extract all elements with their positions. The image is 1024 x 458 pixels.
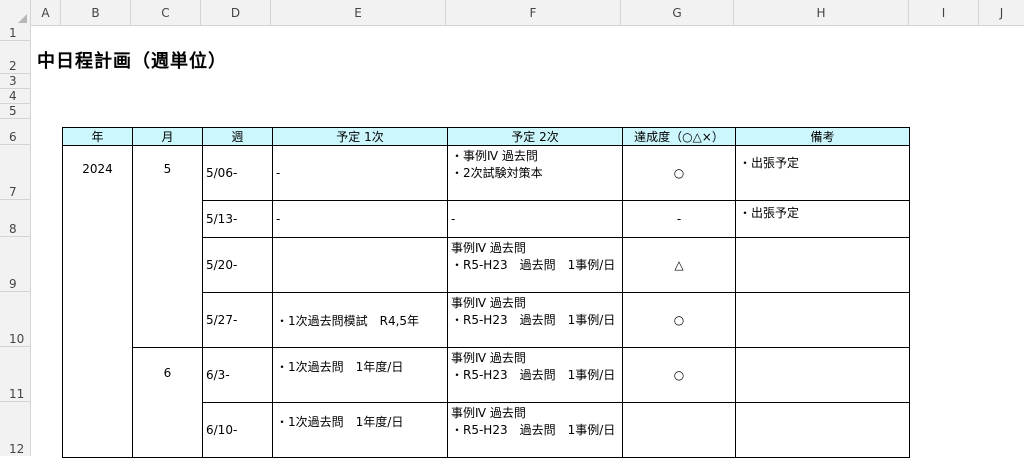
column-header-g[interactable]: G: [621, 0, 734, 26]
plan2-cell[interactable]: 事例Ⅳ 過去問 ・R5-H23 過去問 1事例/日: [447, 292, 623, 348]
plan2-line: ・R5-H23 過去問 1事例/日: [451, 258, 616, 272]
plan2-line: 事例Ⅳ 過去問: [451, 296, 526, 310]
week-cell[interactable]: 5/06-: [202, 145, 273, 201]
plan2-line: 事例Ⅳ 過去問: [451, 351, 526, 365]
schedule-table: 年 月 週 予定 1次 予定 2次 達成度（○△×） 備考 2024 5 5/0…: [62, 127, 910, 458]
plan2-line: 事例Ⅳ 過去問: [451, 241, 526, 255]
plan2-line: -: [451, 212, 456, 226]
column-header-j[interactable]: J: [979, 0, 1024, 26]
plan1-cell[interactable]: ・1次過去問 1年度/日: [272, 402, 448, 458]
row-header-2[interactable]: 2: [0, 41, 31, 74]
notes-cell[interactable]: ・出張予定: [735, 145, 910, 201]
select-all-corner[interactable]: [0, 0, 31, 26]
plan1-cell[interactable]: ・1次過去問模試 R4,5年: [272, 292, 448, 348]
header-month[interactable]: 月: [132, 127, 203, 146]
notes-cell[interactable]: [735, 402, 910, 458]
row-header-3[interactable]: 3: [0, 74, 31, 89]
row-header-11[interactable]: 11: [0, 347, 31, 402]
notes-cell[interactable]: ・出張予定: [735, 200, 910, 238]
plan1-cell[interactable]: -: [272, 200, 448, 238]
header-plan1[interactable]: 予定 1次: [272, 127, 448, 146]
header-year[interactable]: 年: [62, 127, 133, 146]
column-header-b[interactable]: B: [61, 0, 131, 26]
row-header-10[interactable]: 10: [0, 292, 31, 347]
plan1-cell[interactable]: [272, 237, 448, 293]
plan2-cell[interactable]: 事例Ⅳ 過去問 ・R5-H23 過去問 1事例/日: [447, 402, 623, 458]
plan2-cell[interactable]: 事例Ⅳ 過去問 ・R5-H23 過去問 1事例/日: [447, 237, 623, 293]
select-all-icon: [18, 14, 27, 23]
plan2-line: ・R5-H23 過去問 1事例/日: [451, 313, 616, 327]
month-cell[interactable]: 5: [132, 145, 203, 348]
column-header-h[interactable]: H: [734, 0, 909, 26]
week-cell[interactable]: 6/10-: [202, 402, 273, 458]
plan1-cell[interactable]: ・1次過去問 1年度/日: [272, 347, 448, 403]
notes-cell[interactable]: [735, 237, 910, 293]
notes-cell[interactable]: [735, 347, 910, 403]
column-header-i[interactable]: I: [909, 0, 979, 26]
achievement-cell[interactable]: ○: [622, 347, 736, 403]
column-header-a[interactable]: A: [31, 0, 61, 26]
header-notes[interactable]: 備考: [735, 127, 910, 146]
notes-cell[interactable]: [735, 292, 910, 348]
row-header-bar: 1 2 3 4 5 6 7 8 9 10 11 12: [0, 26, 31, 456]
week-cell[interactable]: 5/27-: [202, 292, 273, 348]
month-cell[interactable]: 6: [132, 347, 203, 458]
achievement-cell[interactable]: ○: [622, 145, 736, 201]
column-header-f[interactable]: F: [446, 0, 621, 26]
year-cell[interactable]: 2024: [62, 145, 133, 458]
plan2-cell[interactable]: 事例Ⅳ 過去問 ・R5-H23 過去問 1事例/日: [447, 347, 623, 403]
row-header-5[interactable]: 5: [0, 104, 31, 119]
achievement-cell[interactable]: ○: [622, 292, 736, 348]
header-plan2[interactable]: 予定 2次: [447, 127, 623, 146]
table-header-row: 年 月 週 予定 1次 予定 2次 達成度（○△×） 備考: [62, 127, 910, 146]
column-header-e[interactable]: E: [271, 0, 446, 26]
plan2-cell[interactable]: -: [447, 200, 623, 238]
row-header-7[interactable]: 7: [0, 145, 31, 200]
week-cell[interactable]: 5/20-: [202, 237, 273, 293]
table-row: 2024 5 5/06- - ・事例Ⅳ 過去問 ・2次試験対策本 ○ ・出張予定: [62, 145, 910, 458]
row-header-4[interactable]: 4: [0, 89, 31, 104]
plan2-line: ・事例Ⅳ 過去問: [451, 149, 538, 163]
achievement-cell[interactable]: -: [622, 200, 736, 238]
week-cell[interactable]: 5/13-: [202, 200, 273, 238]
header-achievement[interactable]: 達成度（○△×）: [622, 127, 736, 146]
header-week[interactable]: 週: [202, 127, 273, 146]
row-header-9[interactable]: 9: [0, 237, 31, 292]
achievement-cell[interactable]: △: [622, 237, 736, 293]
plan2-line: ・2次試験対策本: [451, 166, 543, 180]
column-header-d[interactable]: D: [201, 0, 271, 26]
sheet-title[interactable]: 中日程計画（週単位）: [37, 47, 227, 73]
column-header-c[interactable]: C: [131, 0, 201, 26]
row-header-12[interactable]: 12: [0, 402, 31, 456]
row-header-1[interactable]: 1: [0, 26, 31, 41]
plan2-line: 事例Ⅳ 過去問: [451, 406, 526, 420]
plan2-line: ・R5-H23 過去問 1事例/日: [451, 368, 616, 382]
week-cell[interactable]: 6/3-: [202, 347, 273, 403]
plan2-line: ・R5-H23 過去問 1事例/日: [451, 423, 616, 437]
table-row: 6 6/3- ・1次過去問 1年度/日 事例Ⅳ 過去問 ・R5-H23 過去問 …: [63, 347, 910, 458]
column-header-bar: A B C D E F G H I J: [0, 0, 1024, 26]
row-header-6[interactable]: 6: [0, 119, 31, 145]
achievement-cell[interactable]: [622, 402, 736, 458]
row-header-8[interactable]: 8: [0, 200, 31, 237]
plan1-cell[interactable]: -: [272, 145, 448, 201]
plan2-cell[interactable]: ・事例Ⅳ 過去問 ・2次試験対策本: [447, 145, 623, 201]
